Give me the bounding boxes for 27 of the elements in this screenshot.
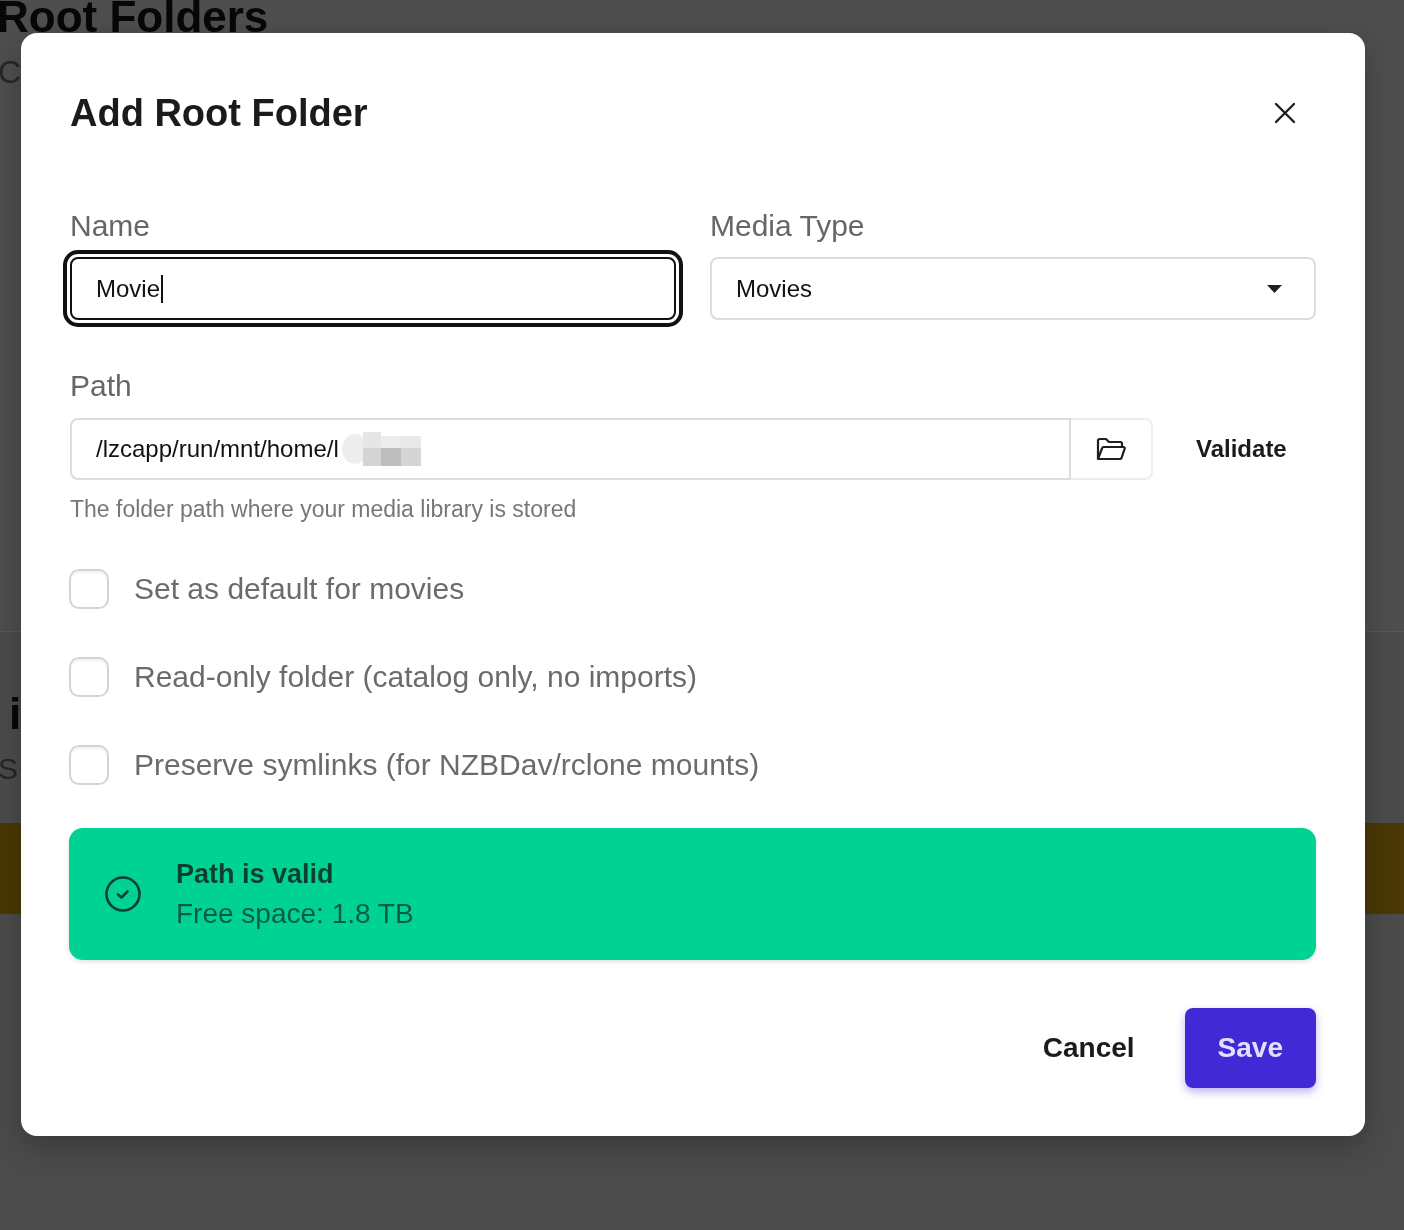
text-cursor-icon — [161, 274, 164, 303]
close-button[interactable] — [1274, 102, 1296, 124]
checkbox-label[interactable]: Set as default for movies — [134, 571, 465, 607]
alert-title: Path is valid — [176, 858, 334, 891]
media-type-select[interactable]: Movies — [710, 257, 1316, 320]
field-label: Name — [70, 208, 151, 244]
section-title: i — [9, 692, 22, 736]
checkbox-label[interactable]: Preserve symlinks (for NZBDav/rclone mounts) — [134, 747, 760, 783]
browse-folder-button[interactable] — [1071, 418, 1153, 480]
dialog-title: Add Root Folder — [70, 91, 368, 136]
check-circle-icon — [105, 876, 141, 912]
folder-icon — [1096, 436, 1126, 462]
caret-down-icon — [1267, 284, 1282, 293]
alert-detail: Free space: 1.8 TB — [176, 897, 414, 931]
save-button[interactable]: Save — [1184, 1008, 1316, 1088]
checkbox-label[interactable]: Read-only folder (catalog only, no imports) — [134, 659, 698, 695]
field-label: Path — [70, 368, 132, 404]
cancel-button[interactable]: Cancel — [1018, 1008, 1159, 1088]
checkbox[interactable] — [69, 745, 109, 785]
validate-button[interactable]: Validate — [1170, 418, 1313, 480]
field-hint: The folder path where your media library is stored — [70, 495, 577, 523]
page-title: Root Folders — [0, 0, 269, 39]
path-field[interactable]: /lzcapp/run/mnt/home/l — [70, 418, 1071, 480]
checkbox[interactable] — [69, 569, 109, 609]
field-label: Media Type — [710, 208, 865, 244]
checkbox[interactable] — [69, 657, 109, 697]
close-icon — [1274, 102, 1296, 124]
